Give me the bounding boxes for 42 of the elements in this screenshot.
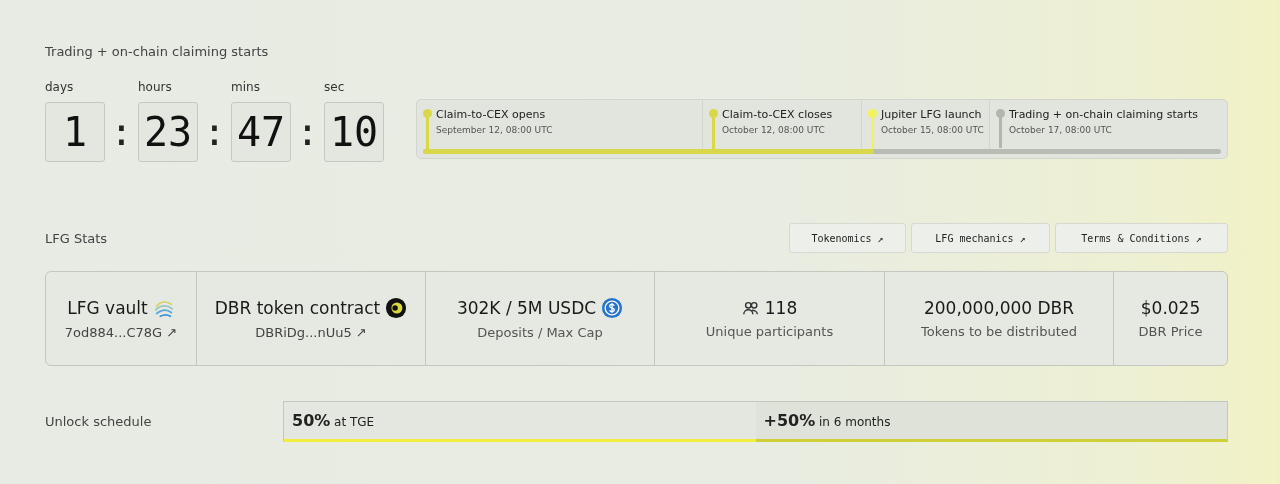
stat-value: 118 [764,298,798,318]
milestone-date: October 12, 08:00 UTC [722,125,826,135]
unit-label: mins [231,80,261,96]
countdown-digits: 23 [138,102,198,162]
unit-label: days [45,80,75,96]
stat-caption: Unique participants [705,324,834,339]
colon-separator: : [202,109,227,156]
countdown-digits: 1 [45,102,105,162]
milestone-title: Claim-to-CEX closes [722,108,834,121]
countdown-title: Trading + on-chain claiming starts [45,44,270,61]
unit-label: sec [324,80,346,96]
link-button[interactable]: Tokenomics ↗ [789,223,906,253]
link-button[interactable]: Terms & Conditions ↗ [1055,223,1228,253]
colon-separator: : [109,109,134,156]
coin-icon [385,297,408,319]
stat-value: $0.025 [1140,298,1201,318]
stat-value: LFG vault [67,298,148,318]
colon-separator: : [295,109,320,156]
milestone-title: Claim-to-CEX opens [436,108,547,121]
milestone-title: Jupiter LFG launch [881,108,983,121]
stat-caption: Tokens to be distributed [921,324,1077,339]
milestone-date: September 12, 08:00 UTC [436,125,554,135]
milestone-date: October 15, 08:00 UTC [881,125,985,135]
stat-caption: DBR Price [1138,324,1203,339]
section-title: LFG Stats [45,230,108,246]
unlock-label: +50% in 6 months [763,411,891,430]
link-button[interactable]: LFG mechanics ↗ [911,223,1050,253]
milestone-title: Trading + on-chain claiming starts [1009,108,1199,121]
stat-value: 200,000,000 DBR [923,298,1075,318]
unlock-label: 50% at TGE [292,411,375,430]
address-link[interactable]: DBRiDg...nUu5 ↗ [255,325,367,340]
section-title: Unlock schedule [45,414,153,429]
stat-caption: Deposits / Max Cap [477,325,603,340]
stat-value: DBR token contract [214,298,381,318]
countdown-digits: 47 [231,102,291,162]
countdown-digits: 10 [324,102,384,162]
unit-label: hours [138,80,173,96]
milestone-date: October 17, 08:00 UTC [1009,125,1113,135]
people-icon [741,299,760,317]
address-link[interactable]: 7od884...C78G ↗ [64,325,178,340]
stat-value: 302K / 5M USDC [456,298,597,318]
dollar-coin-icon [601,297,624,319]
